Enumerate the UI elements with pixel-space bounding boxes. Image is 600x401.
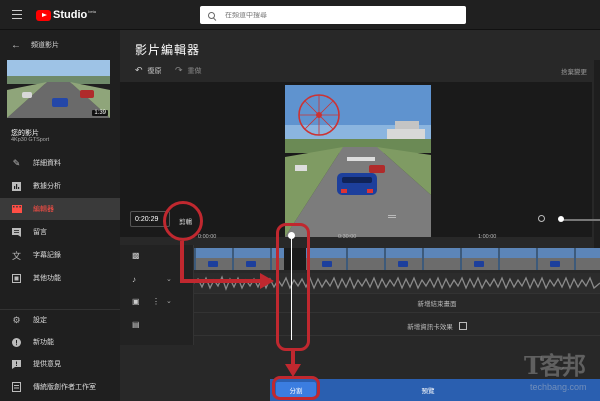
sidebar-item-comments[interactable]: 留言	[0, 221, 120, 243]
add-end-screen-label[interactable]: 新增結束畫面	[418, 298, 457, 308]
sidebar-item-label: 詳細資料	[33, 160, 61, 167]
search-input[interactable]	[225, 11, 425, 19]
chevron-down-icon[interactable]: ⌄	[166, 297, 172, 305]
undo-button[interactable]: ↶ 復原	[135, 65, 162, 76]
watermark: T客邦 techbang.com	[520, 340, 600, 401]
sidebar-item-feedback[interactable]: 提供意見	[0, 353, 120, 375]
sidebar-item-label: 字幕記錄	[33, 252, 61, 259]
preview-button[interactable]: 預覽	[416, 382, 440, 398]
more-options-icon[interactable]: ⋮	[152, 297, 160, 306]
sidebar-item-more-features[interactable]: 其他功能	[0, 267, 120, 289]
annotation-line	[180, 241, 184, 281]
zoom-icon	[538, 215, 545, 222]
music-note-icon[interactable]: ♪	[132, 275, 136, 284]
annotation-box-split	[272, 376, 320, 400]
youtube-logo-icon	[36, 9, 51, 21]
page-scrollbar[interactable]	[594, 60, 600, 260]
page-title: 影片編輯器	[135, 43, 201, 57]
ruler-tick: 0:30:00	[338, 234, 357, 240]
sidebar-item-whats-new[interactable]: 新功能	[0, 331, 120, 353]
sidebar-item-details[interactable]: ✎ 詳細資料	[0, 152, 120, 174]
ruler-tick: 0:00:00	[198, 234, 217, 240]
sidebar-item-subtitles[interactable]: 文 字幕記錄	[0, 244, 120, 266]
classic-studio-icon	[11, 382, 22, 393]
feedback-icon	[11, 359, 22, 370]
studio-logo[interactable]: Studio beta	[36, 9, 96, 21]
zoom-slider[interactable]	[560, 219, 600, 221]
top-bar: Studio beta	[0, 0, 600, 30]
sidebar-item-label: 傳統版創作者工作室	[33, 384, 96, 391]
video-track[interactable]	[194, 248, 600, 270]
video-title: 4Kp30 GTSport	[11, 137, 50, 143]
timeline-ruler[interactable]: 0:00:00 0:30:00 1:00:00	[194, 231, 600, 245]
annotation-line	[180, 279, 265, 283]
sidebar-item-label: 留言	[33, 229, 47, 236]
external-link-icon[interactable]	[458, 321, 467, 330]
sidebar-item-label: 設定	[33, 317, 47, 324]
redo-label: 重做	[187, 67, 202, 75]
gear-icon: ⚙	[12, 314, 21, 325]
audio-waveform	[194, 273, 600, 293]
redo-button[interactable]: ↷ 重做	[175, 65, 202, 76]
sidebar-item-label: 提供意見	[33, 361, 61, 368]
redo-icon: ↷	[175, 65, 183, 75]
search-icon	[208, 11, 215, 19]
add-info-cards-label[interactable]: 新增資訊卡效果	[407, 321, 453, 331]
end-screen-track[interactable]: 新增結束畫面	[194, 293, 600, 313]
more-features-icon	[11, 273, 22, 284]
back-label: 頻道影片	[31, 42, 59, 49]
sidebar-item-label: 新功能	[33, 339, 54, 346]
logo-text: Studio	[53, 9, 88, 21]
info-cards-track[interactable]: 新增資訊卡效果	[194, 316, 600, 336]
comments-icon	[11, 227, 22, 238]
video-track-frames	[194, 248, 600, 270]
editor-icon	[11, 204, 22, 215]
annotation-box-playhead	[276, 223, 310, 351]
back-arrow-icon: ←	[11, 39, 21, 51]
zoom-slider-knob[interactable]	[558, 216, 564, 222]
sidebar-item-label: 數據分析	[33, 183, 61, 190]
video-thumbnail[interactable]: 1:39	[7, 60, 110, 118]
video-track-icon: ▩	[132, 251, 140, 260]
search-bar[interactable]	[200, 6, 466, 24]
back-to-videos[interactable]: ← 頻道影片	[0, 36, 120, 54]
info-card-icon: ▤	[132, 320, 140, 329]
video-preview[interactable]	[285, 85, 431, 237]
annotation-arrow-right	[260, 273, 274, 289]
end-screen-icon: ▣	[132, 297, 140, 306]
analytics-icon	[11, 181, 22, 192]
sidebar-item-label: 其他功能	[33, 275, 61, 282]
logo-beta: beta	[88, 9, 97, 14]
annotation-circle-trim	[163, 201, 203, 241]
translate-icon: 文	[11, 250, 21, 261]
watermark-text: T客邦	[524, 351, 586, 380]
sidebar-item-editor[interactable]: 編輯器	[0, 198, 120, 220]
pencil-icon: ✎	[12, 157, 21, 168]
watermark-url: techbang.com	[530, 382, 587, 392]
whats-new-icon	[11, 337, 22, 348]
thumbnail-duration: 1:39	[92, 110, 108, 116]
resize-handle-icon[interactable]	[388, 215, 396, 218]
sidebar-item-label: 編輯器	[33, 206, 54, 213]
sidebar-item-analytics[interactable]: 數據分析	[0, 175, 120, 197]
ruler-tick: 1:00:00	[478, 234, 497, 240]
menu-icon[interactable]	[12, 10, 22, 19]
sidebar-item-classic-studio[interactable]: 傳統版創作者工作室	[0, 376, 120, 398]
sidebar-item-settings[interactable]: ⚙ 設定	[0, 309, 120, 331]
video-preview-image	[285, 85, 431, 237]
discard-changes-button[interactable]: 捨棄變更	[561, 66, 587, 76]
undo-label: 復原	[147, 67, 162, 75]
sidebar: ← 頻道影片 1:39 您的影片 4Kp30 GTSport ✎ 詳細資料 數據…	[0, 30, 120, 401]
audio-track[interactable]	[194, 273, 600, 293]
chevron-down-icon[interactable]: ⌄	[166, 275, 172, 283]
undo-icon: ↶	[135, 65, 143, 75]
